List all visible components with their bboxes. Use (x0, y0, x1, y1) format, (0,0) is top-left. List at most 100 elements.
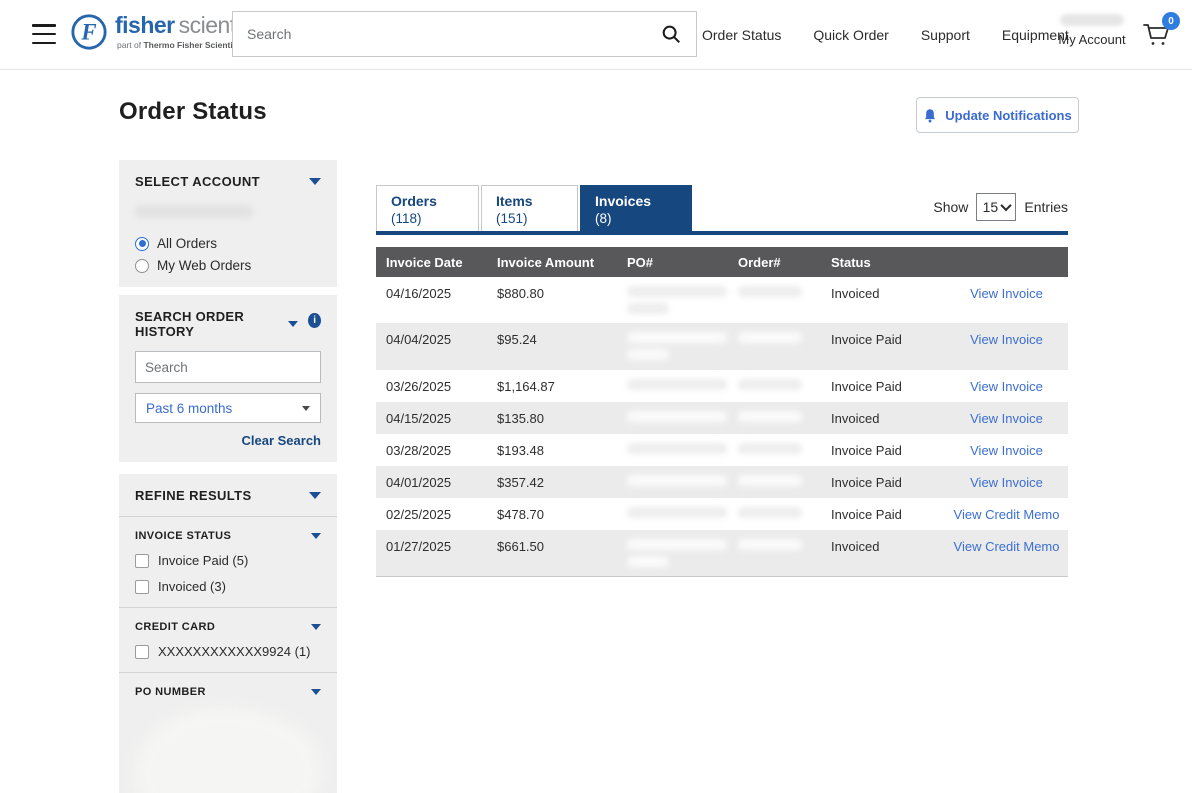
view-invoice-link[interactable]: View Invoice (970, 379, 1043, 394)
header-nav: Order StatusQuick OrderSupportEquipment (702, 0, 1069, 70)
po-number-redacted (627, 475, 727, 486)
svg-text:F: F (80, 20, 96, 45)
account-number-redacted (135, 205, 253, 218)
filter-group-header[interactable]: INVOICE STATUS (135, 530, 321, 542)
nav-link-order-status[interactable]: Order Status (702, 27, 781, 43)
po-number-redacted (627, 539, 727, 550)
order-number-cell (728, 434, 821, 454)
radio-all-orders[interactable]: All Orders (135, 236, 321, 251)
order-number-cell (728, 498, 821, 518)
filter-group-header[interactable]: PO NUMBER (135, 686, 321, 698)
view-invoice-link[interactable]: View Invoice (970, 443, 1043, 458)
order-number-cell (728, 530, 821, 550)
update-notifications-button[interactable]: Update Notifications (916, 97, 1079, 133)
order-number-redacted (738, 539, 802, 550)
my-account-menu[interactable]: My Account (1056, 12, 1128, 47)
radio-icon (135, 259, 149, 273)
invoice-amount-cell: $357.42 (487, 466, 617, 490)
invoice-amount-cell: $135.80 (487, 402, 617, 426)
invoice-date-cell: 04/15/2025 (376, 402, 487, 426)
nav-link-quick-order[interactable]: Quick Order (813, 27, 888, 43)
clear-search-link[interactable]: Clear Search (135, 433, 321, 448)
table-row: 01/27/2025$661.50InvoicedView Credit Mem… (376, 530, 1068, 576)
column-header: PO# (617, 255, 728, 270)
filter-checkbox-option[interactable]: Invoiced (3) (135, 579, 321, 594)
page: F fisherscientific part of Thermo Fisher… (0, 0, 1192, 793)
po-number-redacted-content (135, 708, 321, 793)
tab-orders[interactable]: Orders(118) (376, 185, 479, 231)
view-invoice-link[interactable]: View Invoice (970, 411, 1043, 426)
my-account-label: My Account (1056, 32, 1128, 47)
refine-results-header[interactable]: REFINE RESULTS (135, 488, 321, 503)
global-search-input[interactable] (233, 26, 660, 42)
invoice-amount-cell: $95.24 (487, 323, 617, 347)
info-icon[interactable]: i (308, 313, 321, 328)
status-cell: Invoice Paid (821, 466, 945, 490)
chevron-down-icon (309, 178, 321, 185)
status-cell: Invoice Paid (821, 370, 945, 394)
chevron-down-icon (311, 533, 321, 539)
chevron-down-icon (1001, 200, 1012, 211)
po-number-redacted (627, 379, 727, 390)
order-number-cell (728, 370, 821, 390)
invoices-table: Invoice DateInvoice AmountPO#Order#Statu… (376, 247, 1068, 577)
table-row: 04/16/2025$880.80InvoicedView Invoice (376, 277, 1068, 323)
order-history-search-bar (135, 351, 321, 383)
filter-checkbox-option[interactable]: XXXXXXXXXXXX9924 (1) (135, 644, 321, 659)
invoice-date-cell: 02/25/2025 (376, 498, 487, 522)
view-invoice-link[interactable]: View Credit Memo (954, 507, 1060, 522)
hamburger-menu-icon[interactable] (32, 24, 56, 44)
table-row: 04/04/2025$95.24Invoice PaidView Invoice (376, 323, 1068, 370)
nav-link-support[interactable]: Support (921, 27, 970, 43)
invoice-amount-cell: $1,164.87 (487, 370, 617, 394)
po-number-cell (617, 370, 728, 390)
select-account-header[interactable]: SELECT ACCOUNT (135, 174, 321, 189)
invoice-amount-cell: $193.48 (487, 434, 617, 458)
top-header: F fisherscientific part of Thermo Fisher… (0, 0, 1192, 70)
order-number-redacted (738, 286, 802, 297)
entries-per-page-select[interactable]: 15 (976, 193, 1016, 221)
tab-invoices[interactable]: Invoices(8) (580, 185, 692, 231)
invoice-date-cell: 04/16/2025 (376, 277, 487, 301)
cart-button[interactable]: 0 (1140, 18, 1174, 52)
account-name-redacted (1060, 14, 1124, 26)
po-number-redacted (627, 443, 727, 454)
chevron-down-icon (311, 624, 321, 630)
order-history-search-input[interactable] (136, 360, 331, 375)
order-number-cell (728, 277, 821, 297)
search-icon[interactable] (660, 23, 682, 45)
date-range-select[interactable]: Past 6 months (135, 393, 321, 423)
status-cell: Invoice Paid (821, 323, 945, 347)
search-order-history-section: SEARCH ORDER HISTORY i Past 6 months Cle… (119, 295, 337, 462)
action-cell: View Invoice (945, 402, 1068, 426)
order-number-cell (728, 323, 821, 343)
action-cell: View Credit Memo (945, 530, 1068, 554)
po-number-cell (617, 323, 728, 360)
show-label: Show (933, 199, 968, 215)
radio-my-web-orders[interactable]: My Web Orders (135, 258, 321, 273)
action-cell: View Invoice (945, 370, 1068, 394)
refine-results-section: REFINE RESULTS INVOICE STATUS Invoice Pai… (119, 474, 337, 793)
show-entries-control: Show 15 Entries (933, 193, 1068, 221)
entries-label: Entries (1024, 199, 1068, 215)
action-cell: View Invoice (945, 466, 1068, 490)
table-row: 04/01/2025$357.42Invoice PaidView Invoic… (376, 466, 1068, 498)
po-number-redacted (627, 349, 669, 360)
po-number-cell (617, 277, 728, 314)
filter-checkbox-option[interactable]: Invoice Paid (5) (135, 553, 321, 568)
chevron-down-icon (302, 406, 310, 411)
filter-group-header[interactable]: CREDIT CARD (135, 621, 321, 633)
view-invoice-link[interactable]: View Invoice (970, 475, 1043, 490)
radio-icon (135, 237, 149, 251)
search-order-history-header[interactable]: SEARCH ORDER HISTORY i (135, 309, 321, 339)
view-invoice-link[interactable]: View Invoice (970, 332, 1043, 347)
action-cell: View Credit Memo (945, 498, 1068, 522)
table-row: 03/26/2025$1,164.87Invoice PaidView Invo… (376, 370, 1068, 402)
select-account-section: SELECT ACCOUNT All Orders My Web Orders (119, 160, 337, 287)
checkbox-icon (135, 645, 149, 659)
view-invoice-link[interactable]: View Invoice (970, 286, 1043, 301)
tab-items[interactable]: Items(151) (481, 185, 578, 231)
view-invoice-link[interactable]: View Credit Memo (954, 539, 1060, 554)
order-number-redacted (738, 507, 802, 518)
order-number-redacted (738, 411, 802, 422)
